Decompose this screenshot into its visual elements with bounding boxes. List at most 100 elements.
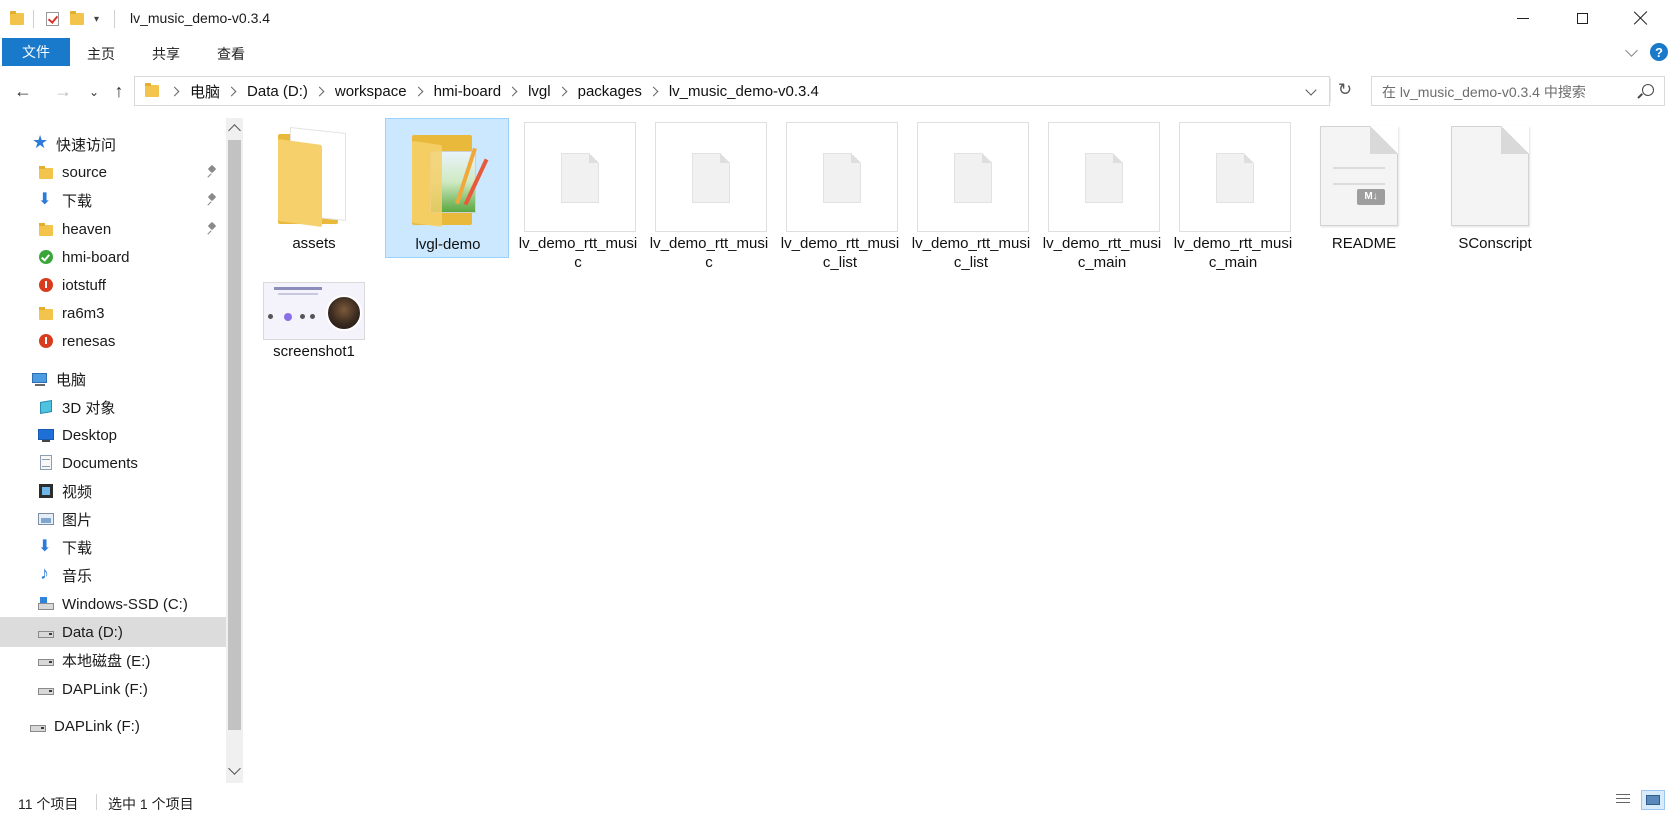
search-box[interactable]	[1371, 76, 1665, 106]
sidebar-item[interactable]: 快速访问	[0, 129, 226, 159]
scroll-up-icon[interactable]	[228, 124, 241, 137]
file-icon	[692, 153, 730, 203]
address-history-dropdown-icon[interactable]	[1305, 84, 1317, 96]
file-name: lv_demo_rtt_music_main	[1173, 235, 1293, 271]
sidebar-item[interactable]: ra6m3	[0, 298, 226, 328]
properties-check-icon[interactable]	[46, 11, 59, 27]
file-item[interactable]: assets	[252, 118, 376, 258]
sidebar-item[interactable]: Windows-SSD (C:)	[0, 589, 226, 619]
sidebar-item[interactable]: Desktop	[0, 420, 226, 450]
file-name: lv_demo_rtt_music	[649, 235, 769, 271]
large-icons-view-icon[interactable]	[1641, 790, 1665, 810]
file-item[interactable]: lv_demo_rtt_music	[647, 118, 771, 271]
sidebar-item-label: 下载	[62, 192, 93, 210]
sidebar-item[interactable]: 图片	[0, 504, 226, 534]
windows-drive-icon	[38, 596, 54, 612]
customize-toolbar-dropdown-icon[interactable]: ▾	[94, 11, 99, 27]
chevron-right-icon[interactable]	[226, 86, 237, 96]
help-icon[interactable]: ?	[1650, 43, 1668, 61]
file-icon	[954, 153, 992, 203]
sidebar-scrollbar[interactable]	[226, 118, 243, 783]
maximize-button[interactable]	[1553, 0, 1611, 36]
sidebar-item[interactable]: 本地磁盘 (E:)	[0, 645, 226, 675]
desktop-icon	[38, 427, 54, 443]
file-item[interactable]: lv_demo_rtt_music_list	[778, 118, 902, 271]
sidebar-item-label: Desktop	[62, 426, 118, 444]
pin-icon[interactable]	[208, 194, 216, 204]
sidebar-item[interactable]: 3D 对象	[0, 392, 226, 422]
file-item[interactable]: lvgl-demo	[385, 118, 509, 258]
breadcrumb-item[interactable]: workspace	[335, 83, 407, 100]
pin-icon[interactable]	[208, 223, 216, 233]
breadcrumb-item[interactable]: hmi-board	[434, 83, 502, 100]
chevron-right-icon[interactable]	[507, 86, 518, 96]
file-icon	[1216, 153, 1254, 203]
sidebar-item[interactable]: Documents	[0, 448, 226, 478]
sidebar-item-label: iotstuff	[62, 276, 106, 294]
chevron-right-icon[interactable]	[169, 86, 180, 96]
new-folder-icon[interactable]	[70, 11, 84, 27]
pin-icon[interactable]	[208, 166, 216, 176]
sidebar-item[interactable]: heaven	[0, 214, 226, 244]
back-arrow-icon[interactable]: ←	[12, 81, 34, 102]
tab-file[interactable]: 文件	[2, 38, 70, 66]
breadcrumb-item[interactable]: lvgl	[528, 83, 551, 100]
file-item[interactable]: lv_demo_rtt_music_list	[909, 118, 1033, 271]
minimize-button[interactable]	[1494, 0, 1552, 36]
breadcrumb-item[interactable]: Data (D:)	[247, 83, 308, 100]
search-input[interactable]	[1380, 81, 1634, 103]
breadcrumb-item[interactable]: lv_music_demo-v0.3.4	[669, 83, 819, 100]
sidebar-item[interactable]: 音乐	[0, 560, 226, 590]
tab-share[interactable]: 共享	[152, 44, 180, 64]
tab-home[interactable]: 主页	[87, 44, 115, 64]
forward-arrow-icon[interactable]: →	[52, 81, 74, 102]
sidebar-item[interactable]: source	[0, 157, 226, 187]
sidebar-item[interactable]: 电脑	[0, 364, 226, 394]
album-art-avatar	[326, 295, 362, 331]
toolbar-divider	[33, 10, 34, 28]
close-button[interactable]	[1612, 0, 1670, 36]
file-item[interactable]: lv_demo_rtt_music_main	[1040, 118, 1164, 271]
chevron-right-icon[interactable]	[314, 86, 325, 96]
up-arrow-icon[interactable]: ↑	[108, 81, 130, 102]
file-item[interactable]: lv_demo_rtt_music	[516, 118, 640, 271]
recent-locations-chevron-icon[interactable]: ⌄	[83, 85, 105, 99]
file-name: lv_demo_rtt_music	[518, 235, 638, 271]
sidebar-item-label: source	[62, 163, 108, 181]
file-list: assets lvgl-demo lv_demo_rtt_music lv_demo_…	[244, 118, 1671, 778]
markdown-file-icon: M↓	[1320, 126, 1398, 226]
breadcrumb-item[interactable]: packages	[578, 83, 642, 100]
sidebar-item[interactable]: 下载	[0, 185, 226, 215]
tab-view[interactable]: 查看	[217, 44, 245, 64]
breadcrumb-item[interactable]: 电脑	[190, 81, 220, 102]
sidebar-item[interactable]: 下载	[0, 532, 226, 562]
chevron-right-icon[interactable]	[648, 86, 659, 96]
file-item[interactable]: M↓ README	[1302, 118, 1426, 258]
sidebar-item[interactable]: hmi-board	[0, 242, 226, 272]
close-icon	[1634, 11, 1648, 25]
search-icon[interactable]	[1642, 84, 1654, 96]
folder-icon	[38, 221, 54, 237]
drive-icon	[38, 652, 54, 668]
ribbon: 文件 主页 共享 查看 ?	[0, 38, 1671, 68]
sidebar-item[interactable]: DAPLink (F:)	[0, 674, 226, 704]
file-item[interactable]: screenshot1	[252, 274, 376, 414]
refresh-icon[interactable]: ↻	[1330, 78, 1359, 102]
sidebar-item-label: 下载	[62, 539, 93, 557]
chevron-right-icon[interactable]	[413, 86, 424, 96]
sidebar-item[interactable]: 视频	[0, 476, 226, 506]
address-bar[interactable]: 电脑 Data (D:) workspace hmi-board lvgl pa…	[134, 76, 1330, 106]
star-icon	[32, 132, 48, 153]
sidebar-item[interactable]: iotstuff	[0, 270, 226, 300]
file-item[interactable]: SConscript	[1433, 118, 1557, 258]
sidebar-item[interactable]: Data (D:)	[0, 617, 226, 647]
scroll-down-icon[interactable]	[228, 762, 241, 775]
chevron-right-icon[interactable]	[557, 86, 568, 96]
sidebar-item[interactable]: renesas	[0, 326, 226, 356]
expand-ribbon-chevron-icon[interactable]	[1625, 44, 1638, 57]
details-view-icon[interactable]	[1614, 792, 1632, 808]
breadcrumb: 电脑 Data (D:) workspace hmi-board lvgl pa…	[145, 77, 819, 105]
scrollbar-thumb[interactable]	[228, 140, 241, 730]
file-item[interactable]: lv_demo_rtt_music_main	[1171, 118, 1295, 271]
sidebar-item[interactable]: DAPLink (F:)	[0, 711, 226, 741]
